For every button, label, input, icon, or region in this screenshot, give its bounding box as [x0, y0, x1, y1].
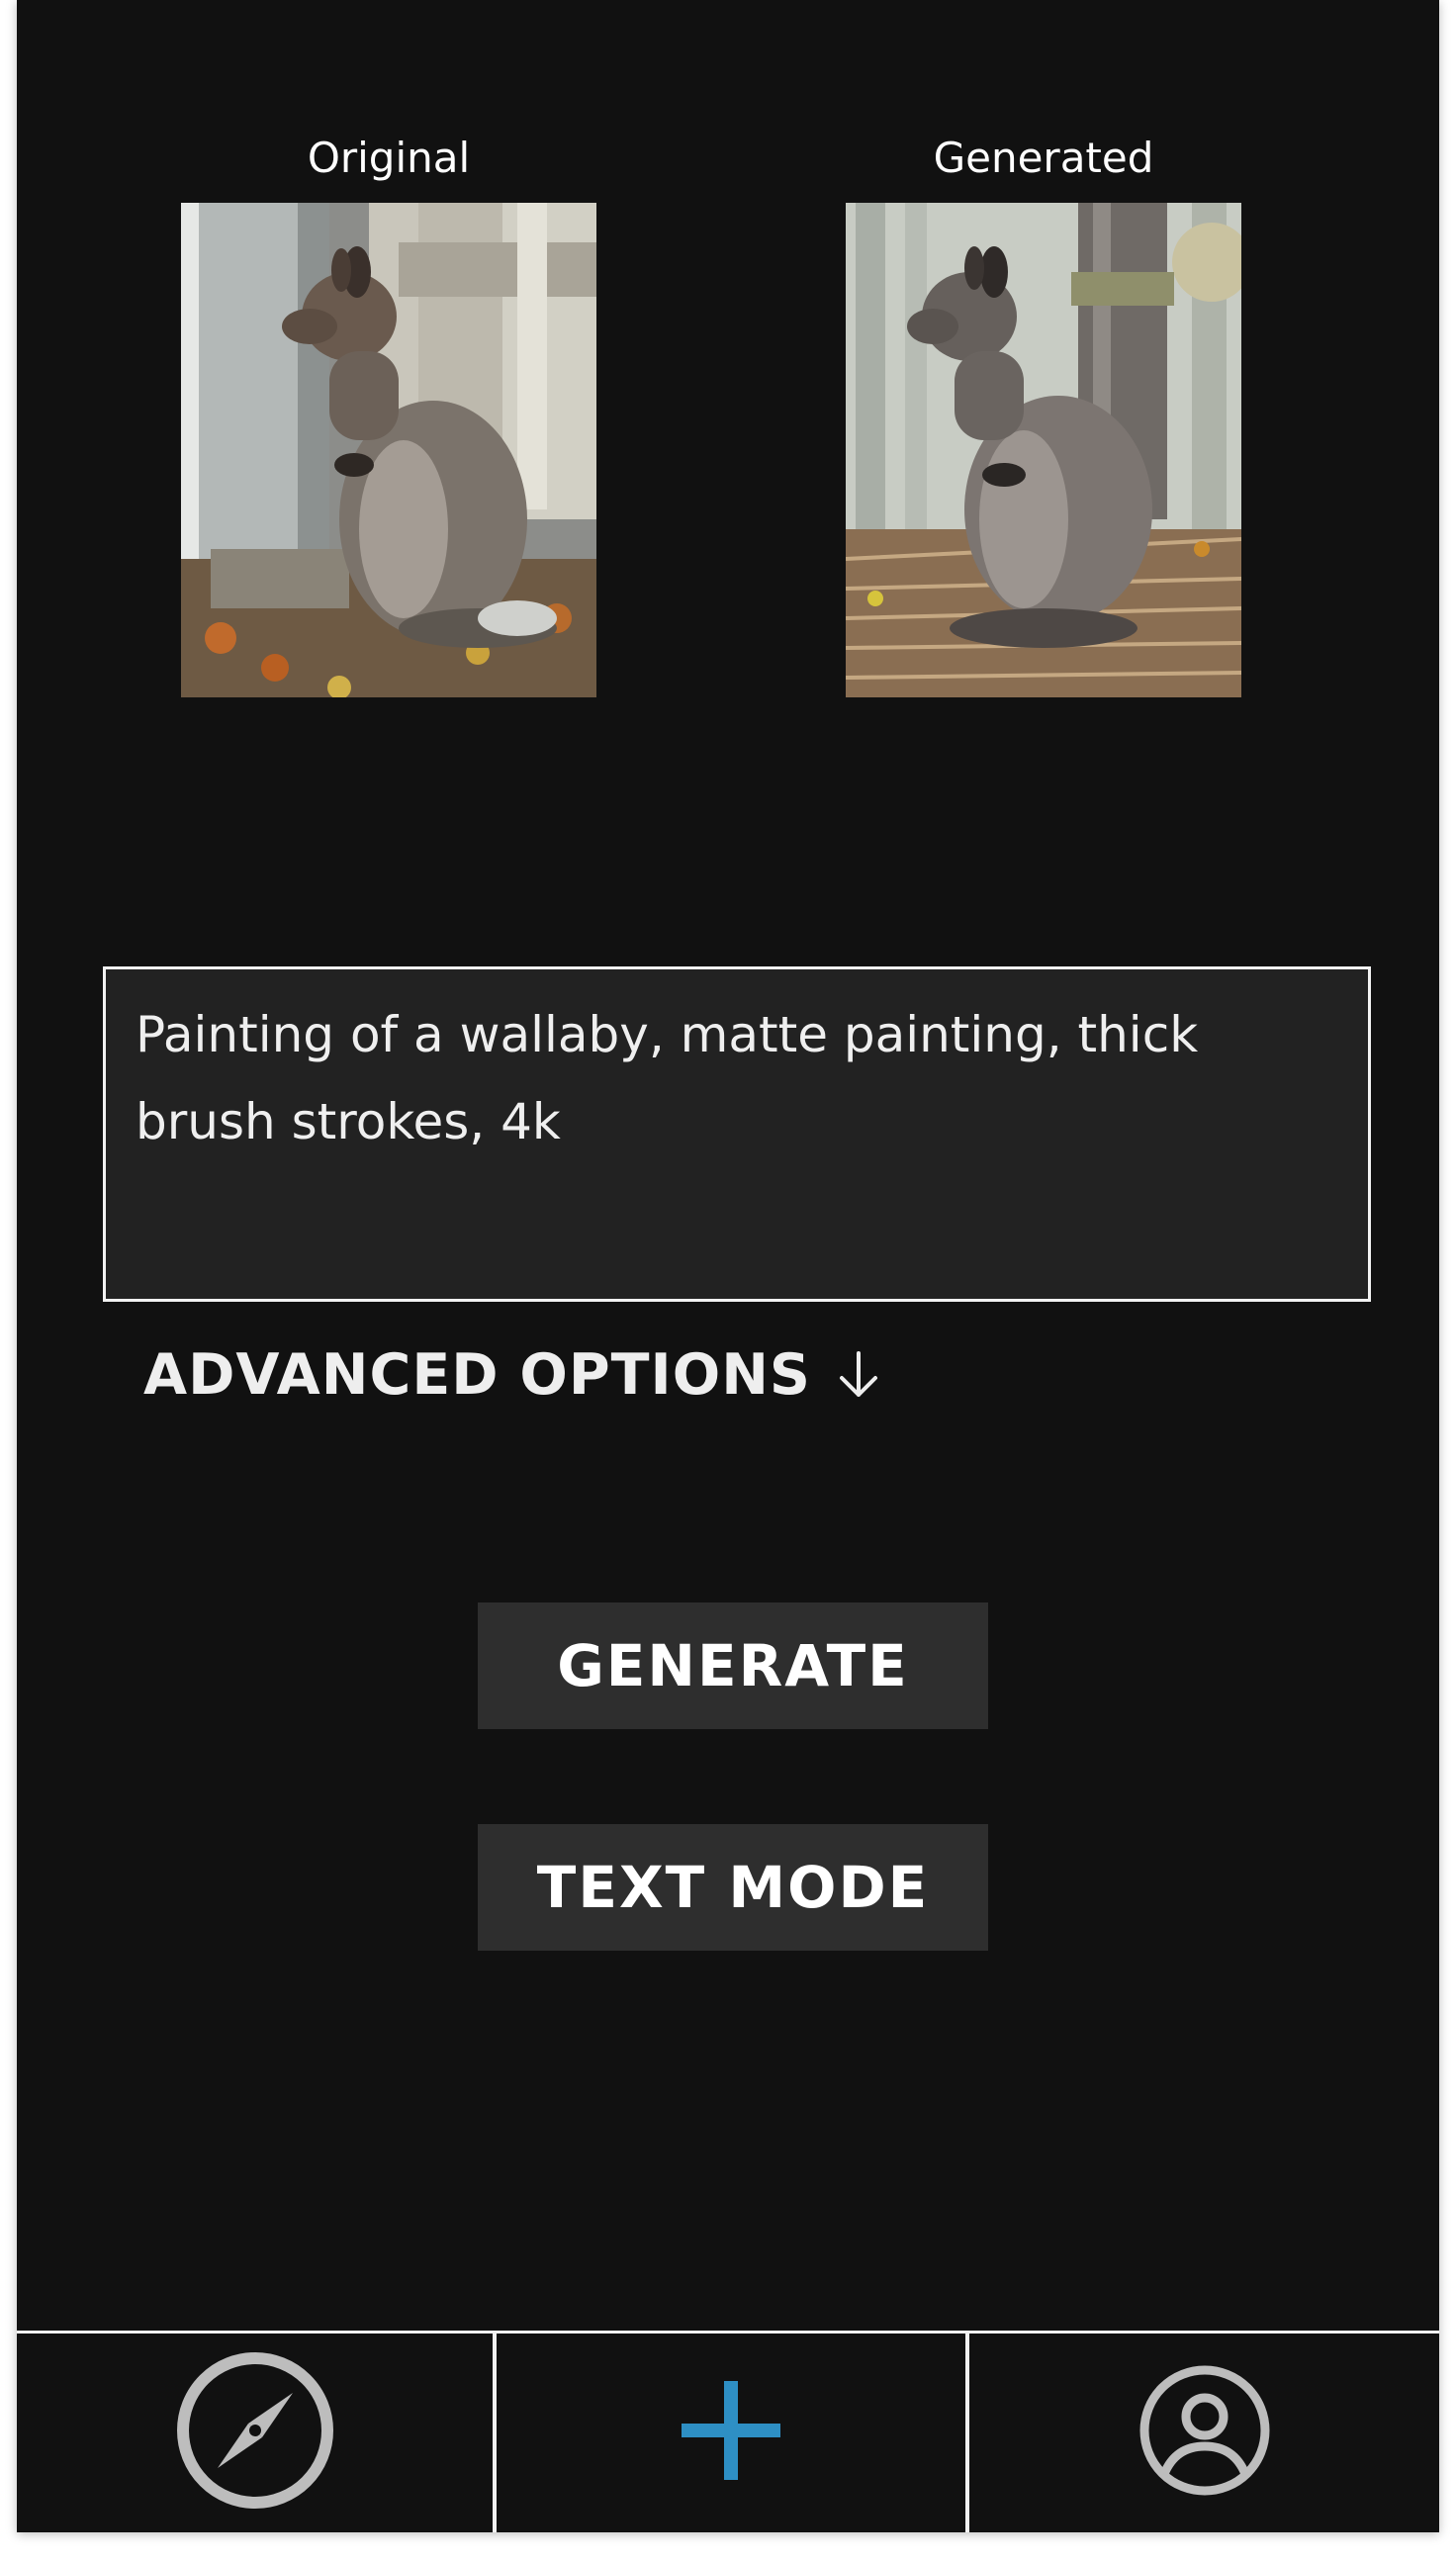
nav-item-create[interactable] — [493, 2334, 965, 2532]
original-image-panel: Original — [181, 129, 596, 697]
nav-item-explore[interactable] — [17, 2334, 493, 2532]
generated-label: Generated — [933, 134, 1154, 182]
generated-image[interactable] — [846, 203, 1241, 697]
nav-item-profile[interactable] — [965, 2334, 1439, 2532]
prompt-input[interactable]: Painting of a wallaby, matte painting, t… — [103, 966, 1371, 1302]
bottom-nav — [17, 2331, 1439, 2532]
advanced-options-toggle[interactable]: ADVANCED OPTIONS — [143, 1333, 880, 1417]
text-mode-button[interactable]: TEXT MODE — [478, 1824, 988, 1951]
compass-icon — [171, 2346, 339, 2519]
original-image[interactable] — [181, 203, 596, 697]
app-screen: Original Generated Painting of a wallaby… — [17, 0, 1439, 2532]
arrow-down-icon — [837, 1350, 880, 1400]
plus-icon — [677, 2376, 785, 2490]
advanced-options-label: ADVANCED OPTIONS — [143, 1342, 811, 1408]
generate-button[interactable]: GENERATE — [478, 1602, 988, 1729]
original-label: Original — [307, 134, 471, 182]
generated-image-panel: Generated — [846, 129, 1241, 697]
user-circle-icon — [1136, 2361, 1274, 2505]
